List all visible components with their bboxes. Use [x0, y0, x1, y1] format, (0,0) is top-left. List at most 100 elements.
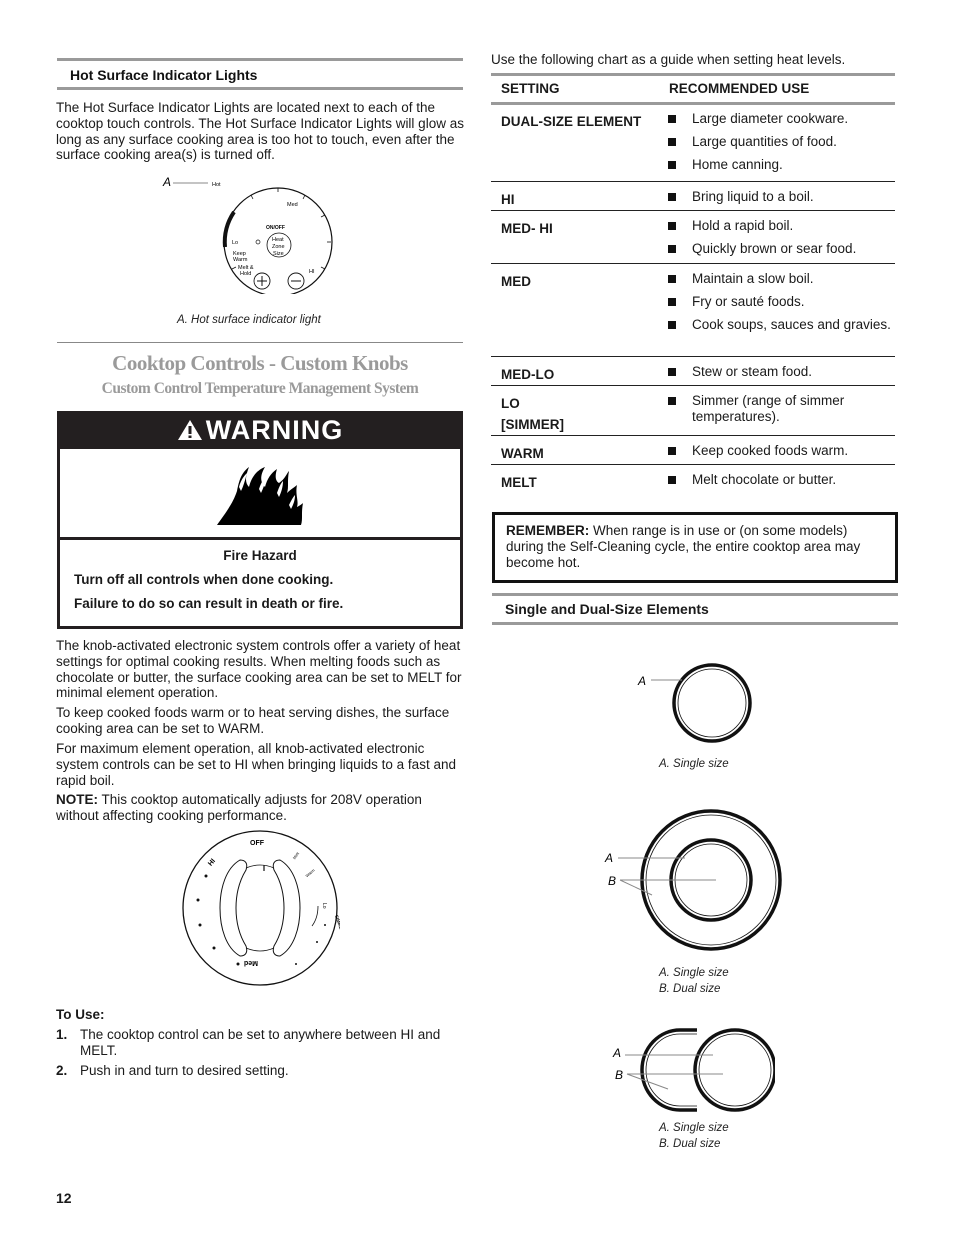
use-item: Simmer (range of simmer temperatures). [668, 393, 893, 425]
knob-label-melt: Melt [292, 850, 301, 860]
label-zone: Zone [272, 244, 285, 250]
label-med: Med [287, 202, 298, 208]
use-text: Large quantities of food. [692, 133, 837, 149]
figure-2-caption-a: A. Single size [659, 967, 729, 979]
use-text: Keep cooked foods warm. [692, 443, 849, 458]
note-label: NOTE: [56, 792, 98, 807]
square-bullet-icon [668, 160, 676, 169]
square-bullet-icon [668, 137, 676, 146]
use-text: Stew or steam food. [692, 364, 813, 379]
hot-surface-diagram: A Hot Simmer Med Lo Keep Warm Melt & Hol… [160, 172, 360, 297]
step-number: 2. [56, 1063, 68, 1078]
setting-cell: MELT [501, 475, 537, 490]
setting-cell: DUAL-SIZE ELEMENT [501, 114, 642, 129]
header-setting: SETTING [501, 81, 560, 96]
callout-a: A [612, 1046, 621, 1060]
paragraph-3: For maximum element operation, all knob-… [56, 741, 456, 788]
figure-1-caption: A. Single size [659, 758, 729, 770]
header-recommended-use: RECOMMENDED USE [669, 81, 810, 96]
label-hold: Hold [240, 271, 251, 277]
step-text: Push in and turn to desired setting. [80, 1063, 289, 1078]
square-bullet-icon [668, 222, 676, 230]
step-2: 2. Push in and turn to desired setting. [56, 1063, 466, 1079]
table-row: LO [SIMMER] Simmer (range of simmer tempe… [491, 385, 895, 435]
paragraph-2: To keep cooked foods warm or to heat ser… [56, 705, 450, 736]
callout-a: A [162, 175, 171, 189]
section-rule-bottom [492, 622, 898, 625]
warning-header: WARNING [57, 411, 463, 448]
single-element-diagram: A [630, 660, 760, 750]
uses-cell: Hold a rapid boil. Quickly brown or sear … [668, 218, 893, 264]
callout-a: A [637, 674, 646, 688]
hot-surface-heading: Hot Surface Indicator Lights [70, 67, 258, 83]
uses-cell: Large diameter cookware. Large quantities… [668, 111, 893, 179]
section-rule-top [492, 593, 898, 596]
label-on-off: ON/OFF [266, 225, 285, 231]
use-item: Large quantities of food. [668, 134, 893, 150]
use-item: Hold a rapid boil. [668, 218, 893, 234]
use-item: Melt chocolate or butter. [668, 472, 893, 488]
step-number: 1. [56, 1027, 68, 1042]
label-heat: Heat [272, 237, 284, 243]
warning-line-1: Turn off all controls when done cooking. [74, 572, 334, 587]
step-1: 1. The cooktop control can be set to any… [56, 1027, 466, 1059]
knob-label-hi: HI [207, 858, 217, 868]
warning-box: WARNING Fire Hazard Turn off all control… [57, 411, 463, 629]
section-rule-top [57, 58, 463, 61]
label-hot: Hot [212, 182, 221, 188]
note-text: This cooktop automatically adjusts for 2… [56, 792, 422, 823]
knob-label-off: OFF [250, 840, 265, 847]
table-row: WARM Keep cooked foods warm. [491, 435, 895, 464]
label-lo: Lo [232, 240, 238, 246]
page-number: 12 [56, 1190, 72, 1206]
table-row: MED-LO Stew or steam food. [491, 356, 895, 385]
figure-3-caption-b: B. Dual size [659, 1138, 721, 1150]
elements-heading: Single and Dual-Size Elements [505, 601, 709, 617]
indicator-light-icon [255, 239, 261, 245]
use-text: Simmer (range of simmer temperatures). [692, 393, 845, 424]
uses-cell: Keep cooked foods warm. [668, 443, 893, 466]
use-text: Maintain a slow boil. [692, 271, 814, 286]
warning-triangle-icon [177, 419, 202, 440]
uses-cell: Bring liquid to a boil. [668, 189, 893, 212]
table-row: DUAL-SIZE ELEMENT Large diameter cookware… [491, 104, 895, 181]
section-subtitle: Custom Control Temperature Management Sy… [101, 380, 419, 397]
uses-cell: Maintain a slow boil. Fry or sauté foods.… [668, 271, 893, 339]
dual-element-diagram: A B [600, 805, 790, 955]
note-paragraph: NOTE: This cooktop automatically adjusts… [56, 792, 466, 824]
use-text: Quickly brown or sear food. [692, 240, 857, 256]
table-head-rule [491, 73, 895, 76]
figure-3-caption-a: A. Single size [659, 1122, 729, 1134]
callout-b: B [608, 874, 616, 888]
use-text: Bring liquid to a boil. [692, 189, 814, 204]
use-text: Melt chocolate or butter. [692, 472, 837, 487]
step-text: The cooktop control can be set to anywhe… [80, 1027, 441, 1058]
label-warm: Warm [233, 257, 248, 263]
use-text: Cook soups, sauces and gravies. [692, 316, 891, 332]
section-rule-bottom [57, 87, 463, 90]
square-bullet-icon [668, 368, 676, 376]
use-text: Large diameter cookware. [692, 111, 849, 126]
section-title: Cooktop Controls - Custom Knobs [112, 351, 408, 375]
setting-cell: MED [501, 274, 531, 289]
paragraph-1: The knob-activated electronic system con… [56, 638, 462, 701]
setting-cell: LO [SIMMER] [501, 396, 564, 432]
uses-cell: Melt chocolate or butter. [668, 472, 893, 495]
label-size: Size [273, 251, 284, 257]
square-bullet-icon [668, 297, 676, 306]
square-bullet-icon [668, 193, 676, 201]
warning-text-panel: Fire Hazard Turn off all controls when d… [60, 540, 460, 626]
callout-b: B [615, 1068, 623, 1082]
label-hi: HI [309, 269, 315, 275]
table-intro: Use the following chart as a guide when … [491, 52, 846, 67]
use-item: Cook soups, sauces and gravies. [668, 317, 893, 333]
use-text: Hold a rapid boil. [692, 218, 794, 233]
use-text: Home canning. [692, 156, 783, 172]
to-use-heading: To Use: [56, 1007, 105, 1022]
square-bullet-icon [668, 397, 676, 405]
callout-a: A [604, 851, 613, 865]
use-item: Home canning. [668, 157, 893, 173]
uses-cell: Stew or steam food. [668, 364, 893, 387]
warning-image-panel [60, 449, 460, 537]
uses-cell: Simmer (range of simmer temperatures). [668, 393, 893, 432]
